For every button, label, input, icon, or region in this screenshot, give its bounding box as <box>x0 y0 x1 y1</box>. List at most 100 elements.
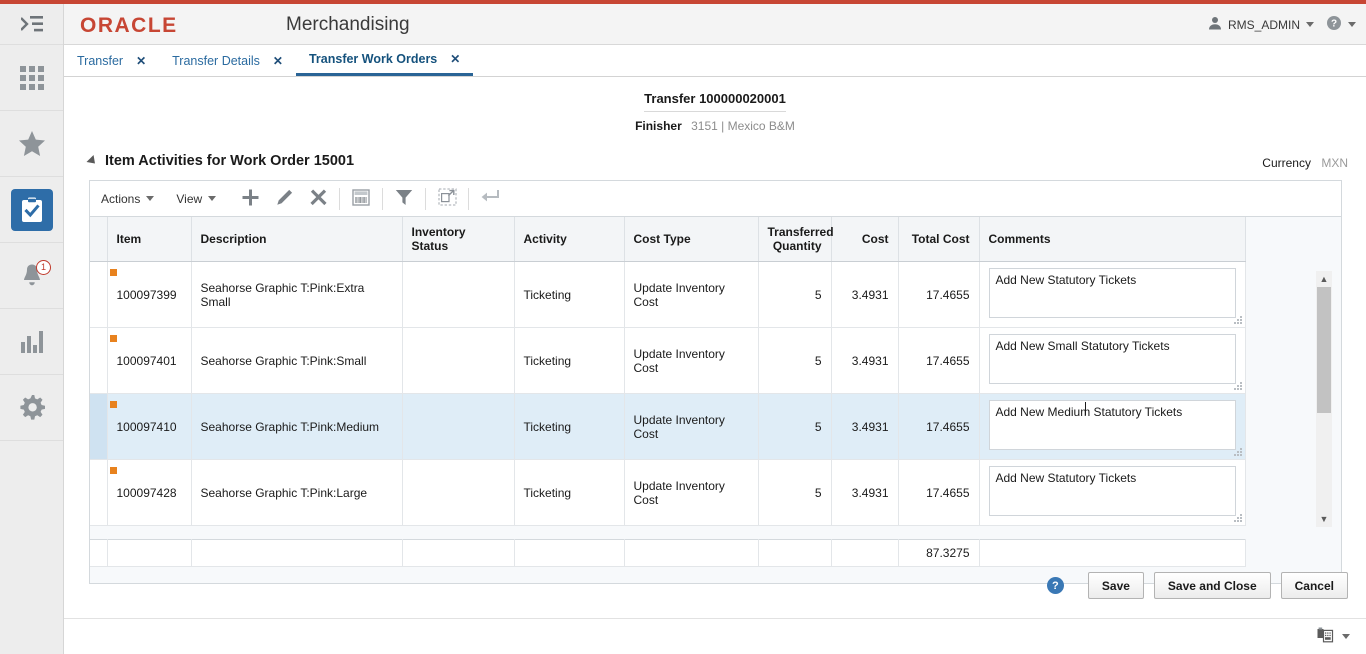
tab-transfer-work-orders[interactable]: Transfer Work Orders ✕ <box>296 44 473 76</box>
cell-comments[interactable] <box>979 328 1245 394</box>
section-header[interactable]: Item Activities for Work Order 15001 <box>89 153 354 169</box>
tab-transfer-details[interactable]: Transfer Details ✕ <box>159 45 296 76</box>
cell-item[interactable]: 100097401 <box>107 328 191 394</box>
cell-description[interactable]: Seahorse Graphic T:Pink:Large <box>191 460 402 526</box>
cell-description[interactable]: Seahorse Graphic T:Pink:Medium <box>191 394 402 460</box>
cell-item[interactable]: 100097410 <box>107 394 191 460</box>
cell-description[interactable]: Seahorse Graphic T:Pink:Small <box>191 328 402 394</box>
cell-comments[interactable] <box>979 460 1245 526</box>
sidebar-item-notifications[interactable]: 1 <box>0 243 63 309</box>
help-circle-icon[interactable]: ? <box>1326 15 1342 34</box>
cell-comments[interactable] <box>979 394 1245 460</box>
cell-cost[interactable]: 3.4931 <box>831 394 898 460</box>
view-menu-button[interactable]: View <box>165 181 227 216</box>
cell-cost-type[interactable]: Update Inventory Cost <box>624 460 758 526</box>
row-handle[interactable] <box>90 460 107 526</box>
cell-transferred-quantity[interactable]: 5 <box>758 394 831 460</box>
cell-cost[interactable]: 3.4931 <box>831 328 898 394</box>
detach-button[interactable] <box>430 181 464 216</box>
filter-button[interactable] <box>387 181 421 216</box>
cell-activity[interactable]: Ticketing <box>514 262 624 328</box>
item-value: 100097428 <box>117 486 177 500</box>
cell-item[interactable]: 100097428 <box>107 460 191 526</box>
sidebar-item-reports[interactable] <box>0 309 63 375</box>
sidebar-item-settings[interactable] <box>0 375 63 441</box>
table-row[interactable]: 100097428 Seahorse Graphic T:Pink:Large … <box>90 460 1245 526</box>
edit-row-button[interactable] <box>267 181 301 216</box>
wrap-button[interactable] <box>473 181 507 216</box>
table-row[interactable]: 100097401 Seahorse Graphic T:Pink:Small … <box>90 328 1245 394</box>
comments-input[interactable] <box>989 268 1236 318</box>
cell-activity[interactable]: Ticketing <box>514 394 624 460</box>
cell-total-cost[interactable]: 17.4655 <box>898 262 979 328</box>
status-menu-chevron-down-icon[interactable] <box>1342 634 1350 639</box>
totals-comments <box>979 540 1245 567</box>
cell-comments[interactable] <box>979 262 1245 328</box>
accessibility-print-icon[interactable] <box>1317 627 1334 646</box>
tab-close-icon[interactable]: ✕ <box>136 54 146 68</box>
column-header-cost[interactable]: Cost <box>831 217 898 262</box>
cell-activity[interactable]: Ticketing <box>514 460 624 526</box>
totals-transferred-quantity <box>758 540 831 567</box>
column-header-transferred-quantity[interactable]: Transferred Quantity <box>758 217 831 262</box>
comments-input[interactable] <box>989 466 1236 516</box>
table-row[interactable]: 100097399 Seahorse Graphic T:Pink:Extra … <box>90 262 1245 328</box>
cell-inventory-status[interactable] <box>402 394 514 460</box>
cell-cost-type[interactable]: Update Inventory Cost <box>624 328 758 394</box>
column-header-total-cost[interactable]: Total Cost <box>898 217 979 262</box>
sidebar-item-collapse-sidebar[interactable] <box>0 4 63 45</box>
comments-input[interactable] <box>989 334 1236 384</box>
cell-description[interactable]: Seahorse Graphic T:Pink:Extra Small <box>191 262 402 328</box>
tab-close-icon[interactable]: ✕ <box>450 52 460 66</box>
column-header-description[interactable]: Description <box>191 217 402 262</box>
table-row-selected[interactable]: 100097410 Seahorse Graphic T:Pink:Medium… <box>90 394 1245 460</box>
cell-cost-type[interactable]: Update Inventory Cost <box>624 262 758 328</box>
tab-transfer[interactable]: Transfer ✕ <box>64 45 159 76</box>
help-question-icon[interactable]: ? <box>1047 577 1064 594</box>
cell-inventory-status[interactable] <box>402 460 514 526</box>
column-header-cost-type[interactable]: Cost Type <box>624 217 758 262</box>
cell-cost[interactable]: 3.4931 <box>831 460 898 526</box>
help-menu-chevron-down-icon[interactable] <box>1348 22 1356 27</box>
barcode-button[interactable] <box>344 181 378 216</box>
cell-inventory-status[interactable] <box>402 262 514 328</box>
cell-transferred-quantity[interactable]: 5 <box>758 460 831 526</box>
cell-inventory-status[interactable] <box>402 328 514 394</box>
disclosure-triangle-icon[interactable] <box>86 155 98 167</box>
table-vertical-scrollbar[interactable]: ▲ ▼ <box>1316 271 1332 527</box>
cell-cost[interactable]: 3.4931 <box>831 262 898 328</box>
cell-total-cost[interactable]: 17.4655 <box>898 394 979 460</box>
row-handle[interactable] <box>90 394 107 460</box>
row-handle[interactable] <box>90 328 107 394</box>
cell-item[interactable]: 100097399 <box>107 262 191 328</box>
add-row-button[interactable] <box>233 181 267 216</box>
save-and-close-button[interactable]: Save and Close <box>1154 572 1271 599</box>
column-header-item[interactable]: Item <box>107 217 191 262</box>
column-header-activity[interactable]: Activity <box>514 217 624 262</box>
tab-close-icon[interactable]: ✕ <box>273 54 283 68</box>
scrollbar-thumb[interactable] <box>1317 287 1331 413</box>
cell-total-cost[interactable]: 17.4655 <box>898 460 979 526</box>
delete-row-button[interactable] <box>301 181 335 216</box>
cell-cost-type[interactable]: Update Inventory Cost <box>624 394 758 460</box>
comments-input-focused[interactable] <box>989 400 1236 450</box>
cell-transferred-quantity[interactable]: 5 <box>758 328 831 394</box>
cell-activity[interactable]: Ticketing <box>514 328 624 394</box>
user-menu-chevron-down-icon[interactable] <box>1306 22 1314 27</box>
save-button[interactable]: Save <box>1088 572 1144 599</box>
row-handle[interactable] <box>90 262 107 328</box>
totals-item <box>107 540 191 567</box>
cell-total-cost[interactable]: 17.4655 <box>898 328 979 394</box>
close-x-icon <box>310 189 327 209</box>
scroll-down-arrow-icon[interactable]: ▼ <box>1316 511 1332 527</box>
column-header-inventory-status[interactable]: Inventory Status <box>402 217 514 262</box>
sidebar-item-applications[interactable] <box>0 45 63 111</box>
column-header-comments[interactable]: Comments <box>979 217 1245 262</box>
scroll-up-arrow-icon[interactable]: ▲ <box>1316 271 1332 287</box>
username-label[interactable]: RMS_ADMIN <box>1228 18 1300 32</box>
cancel-button[interactable]: Cancel <box>1281 572 1348 599</box>
sidebar-item-tasks[interactable] <box>0 177 63 243</box>
sidebar-item-favorites[interactable] <box>0 111 63 177</box>
cell-transferred-quantity[interactable]: 5 <box>758 262 831 328</box>
actions-menu-button[interactable]: Actions <box>90 181 165 216</box>
